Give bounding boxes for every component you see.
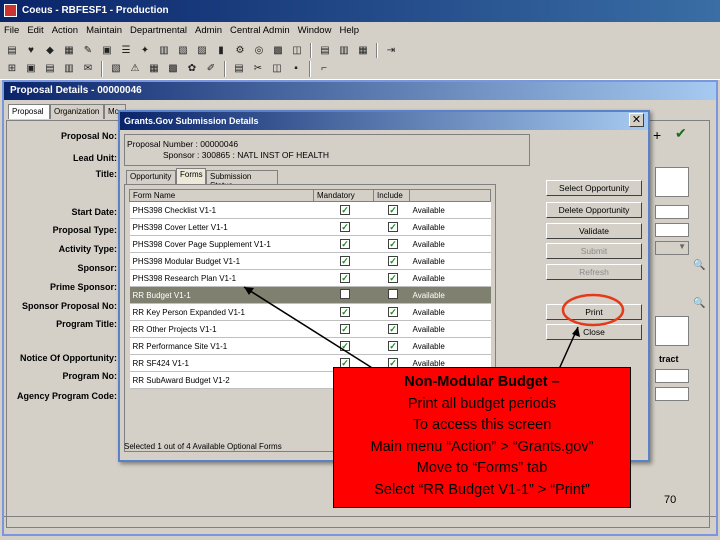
- callout-line-5: Move to “Forms” tab: [416, 460, 548, 476]
- callout-line-6: Select “RR Budget V1-1” > “Print”: [374, 481, 590, 498]
- arrowhead-print: [572, 327, 580, 337]
- callout-heading: Non-Modular Budget –: [404, 374, 560, 390]
- callout-line-4: Main menu “Action” > “Grants.gov”: [370, 438, 594, 455]
- arrowhead-rr-budget: [244, 287, 254, 295]
- instruction-callout: Non-Modular Budget – Print all budget pe…: [333, 367, 631, 508]
- print-highlight-circle: [561, 293, 625, 327]
- callout-line-3: To access this screen: [412, 417, 552, 433]
- arrow-to-rr-budget: [243, 286, 386, 377]
- callout-line-2: Print all budget periods: [407, 395, 557, 412]
- status-bar: [4, 516, 716, 528]
- page-number: 70: [664, 494, 677, 506]
